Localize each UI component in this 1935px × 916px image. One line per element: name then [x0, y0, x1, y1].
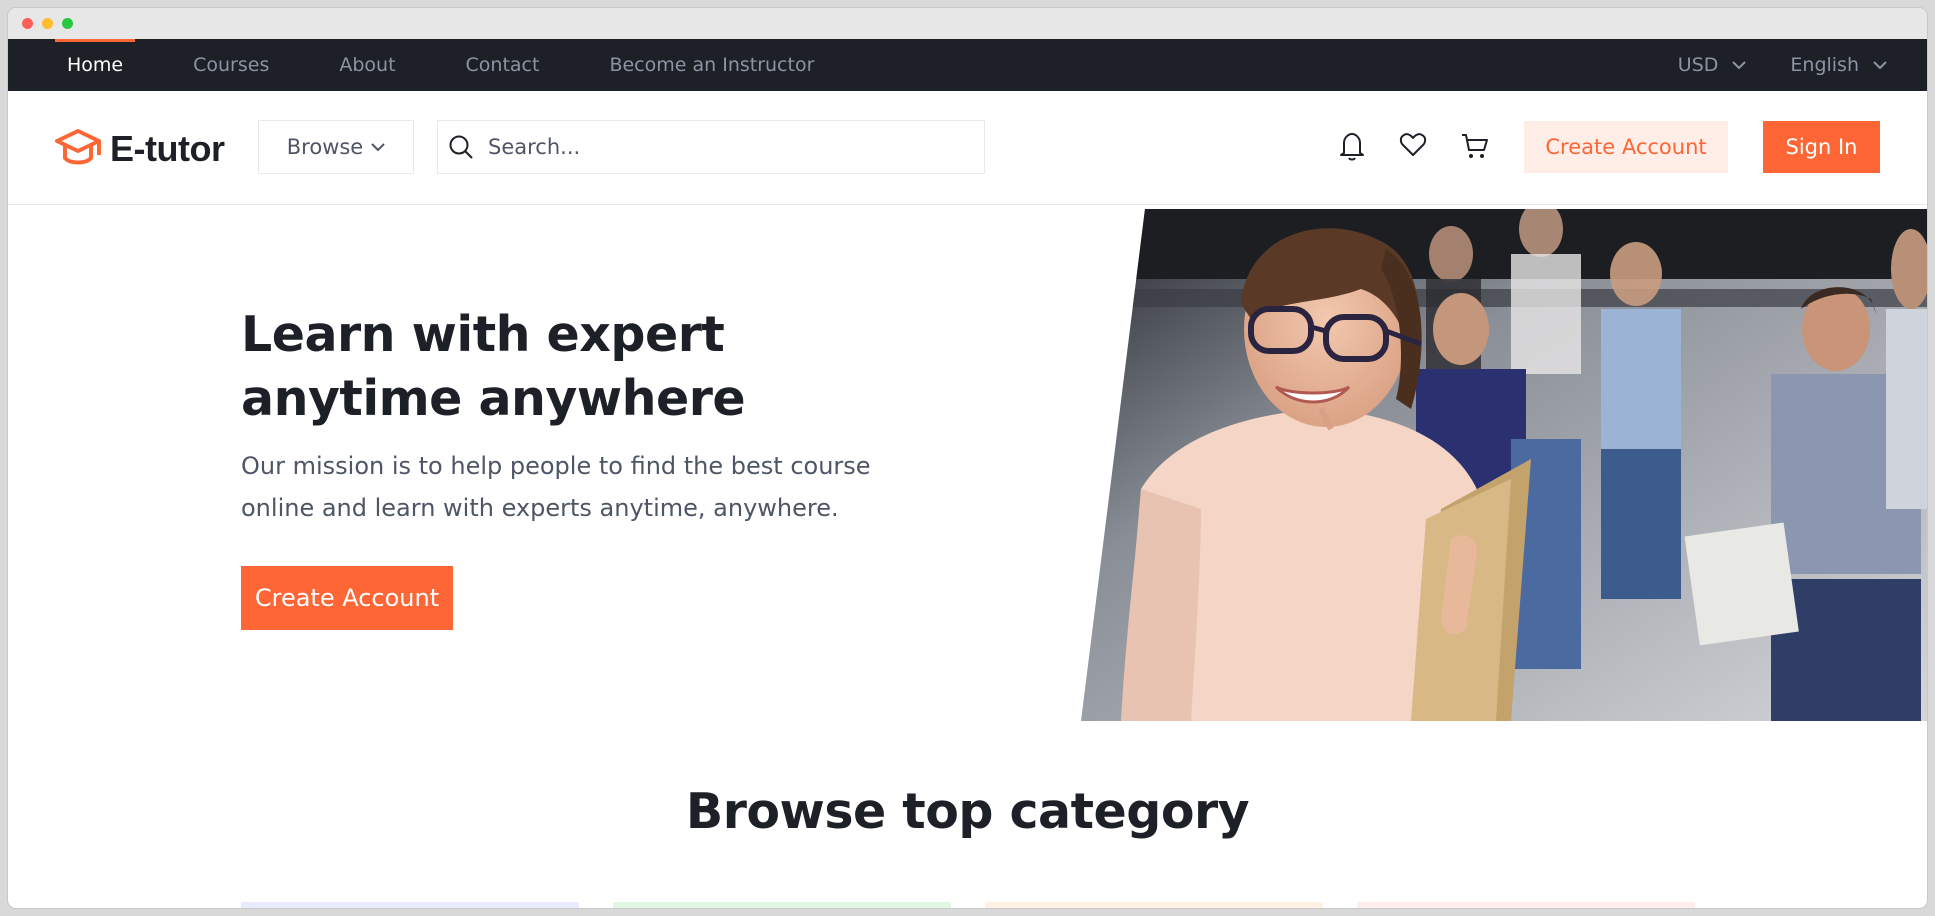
chevron-down-icon — [1732, 60, 1747, 69]
nav-link-about[interactable]: About — [327, 39, 407, 91]
site-logo[interactable]: E-tutor — [54, 128, 225, 170]
hero-description-line2: online and learn with experts anytime, a… — [241, 494, 839, 522]
logo-text: E-tutor — [110, 128, 225, 169]
browser-window: Home Courses About Contact Become an Ins… — [8, 8, 1927, 908]
hero-image — [1081, 209, 1927, 721]
currency-select[interactable]: USD — [1678, 54, 1747, 76]
nav-link-become-instructor[interactable]: Become an Instructor — [597, 39, 826, 91]
top-nav-links: Home Courses About Contact Become an Ins… — [55, 39, 872, 91]
language-select[interactable]: English — [1790, 54, 1887, 76]
minimize-window-button[interactable] — [42, 18, 53, 29]
currency-value: USD — [1677, 54, 1719, 76]
create-account-button[interactable]: Create Account — [1524, 121, 1728, 173]
hero-section: Learn with expert anytime anywhere Our m… — [8, 205, 1927, 725]
window-titlebar — [8, 8, 1927, 39]
nav-link-home[interactable]: Home — [55, 39, 136, 91]
section-title: Browse top category — [685, 783, 1250, 840]
chevron-down-icon — [1873, 60, 1887, 69]
category-card[interactable] — [985, 902, 1323, 908]
site-header: E-tutor Browse Create Account Sign In — [8, 91, 1927, 205]
nav-link-contact[interactable]: Contact — [454, 39, 552, 91]
cart-icon[interactable] — [1460, 131, 1490, 161]
chevron-down-icon — [371, 142, 385, 151]
search-box — [437, 120, 985, 174]
browse-label: Browse — [286, 135, 364, 159]
bell-icon[interactable] — [1338, 131, 1366, 161]
top-navigation: Home Courses About Contact Become an Ins… — [8, 39, 1927, 91]
hero-description-line1: Our mission is to help people to find th… — [241, 452, 871, 480]
heart-icon[interactable] — [1399, 131, 1427, 159]
hero-create-account-button[interactable]: Create Account — [241, 566, 453, 630]
close-window-button[interactable] — [22, 18, 33, 29]
graduation-cap-icon — [55, 129, 101, 165]
sign-in-button[interactable]: Sign In — [1763, 121, 1880, 173]
hero-title: Learn with expert anytime anywhere — [241, 303, 891, 431]
category-card[interactable] — [1357, 902, 1695, 908]
nav-link-courses[interactable]: Courses — [181, 39, 281, 91]
language-value: English — [1790, 54, 1859, 76]
classroom-photo — [1081, 209, 1927, 721]
category-card[interactable] — [241, 902, 579, 908]
hero-title-line1: Learn with expert — [241, 306, 725, 363]
hero-description: Our mission is to help people to find th… — [241, 445, 881, 529]
maximize-window-button[interactable] — [62, 18, 73, 29]
top-nav-selectors: USD English — [1634, 39, 1887, 91]
hero-title-line2: anytime anywhere — [241, 370, 746, 427]
search-input[interactable] — [488, 135, 968, 159]
search-icon — [449, 135, 473, 159]
category-card[interactable] — [613, 902, 951, 908]
browse-dropdown[interactable]: Browse — [258, 120, 414, 174]
